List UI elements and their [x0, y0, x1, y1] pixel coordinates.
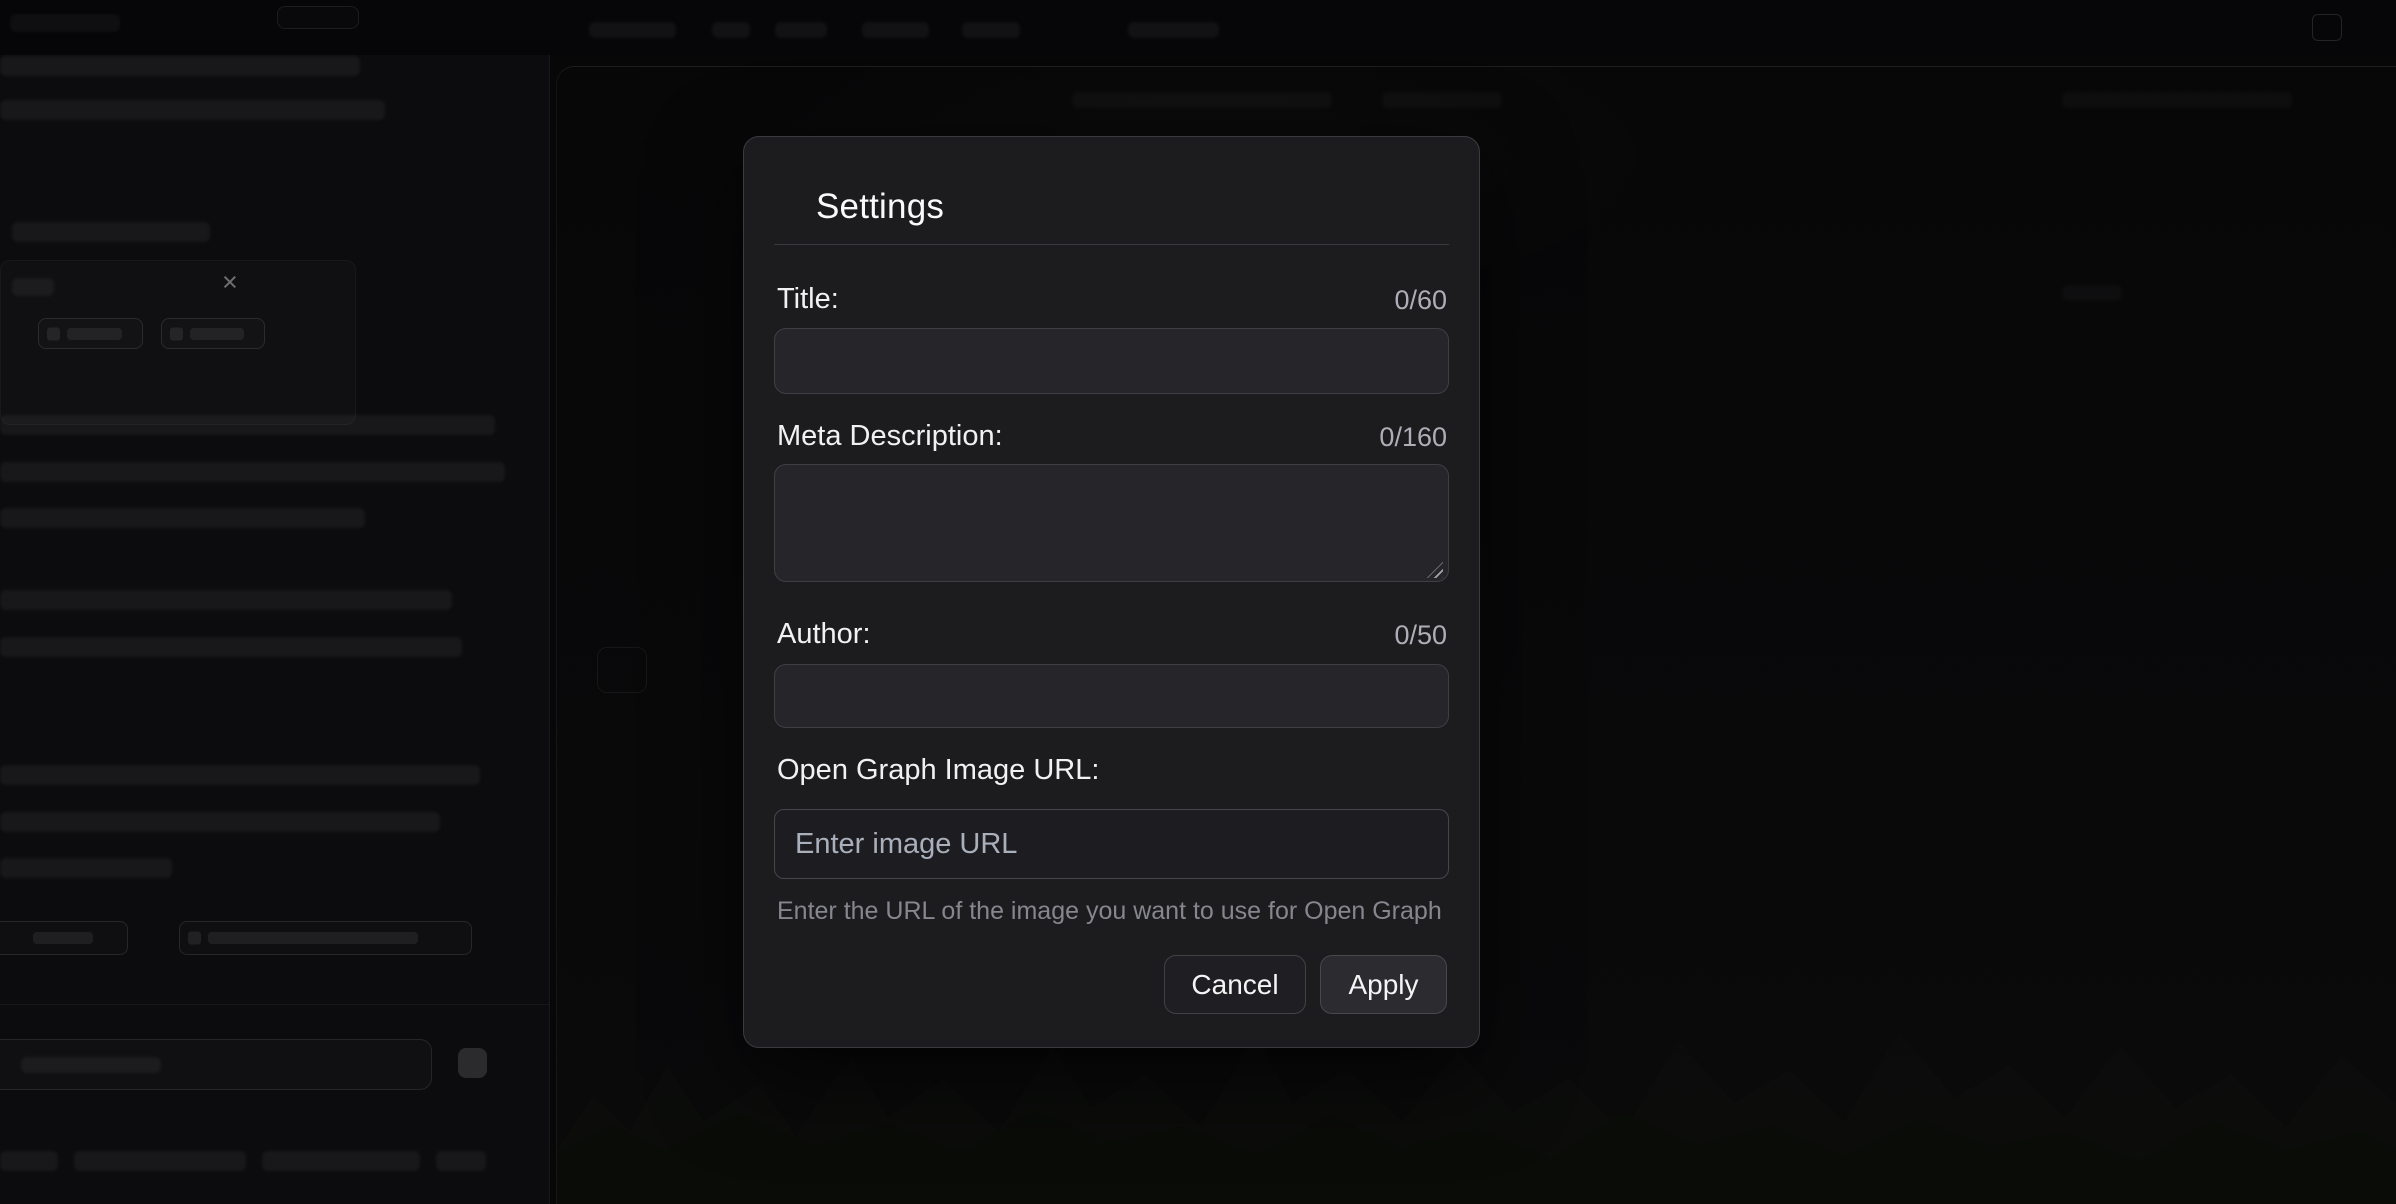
chat-text-line	[0, 637, 462, 657]
og-image-helper-text: Enter the URL of the image you want to u…	[777, 897, 1442, 926]
tab-edge-placeholder	[10, 14, 120, 32]
chat-message-fragment	[74, 1151, 246, 1171]
chat-text-line	[0, 812, 440, 832]
author-char-counter: 0/50	[1394, 620, 1447, 651]
version-card-subtext	[12, 278, 54, 296]
manage-knowledge-label-placeholder	[208, 932, 418, 944]
dialog-title: Settings	[816, 187, 944, 227]
top-bar	[0, 0, 2396, 55]
meta-description-char-counter: 0/160	[1379, 422, 1447, 453]
chat-sidebar: ×	[0, 55, 550, 1204]
supabase-label-placeholder	[33, 932, 93, 944]
preview-ghost-text	[1072, 92, 1332, 108]
restore-icon	[47, 327, 60, 340]
preview-ghost-text	[2062, 285, 2122, 301]
breadcrumb-segment	[862, 22, 929, 38]
sidebar-mode-pill	[277, 6, 359, 29]
og-image-url-input[interactable]	[774, 809, 1449, 879]
preview-button-placeholder	[161, 318, 265, 349]
chat-text-line	[0, 415, 495, 435]
cancel-button[interactable]: Cancel	[1164, 955, 1306, 1014]
chat-input-placeholder	[0, 1039, 432, 1090]
dialog-divider	[774, 244, 1449, 245]
close-icon: ×	[222, 269, 238, 296]
supabase-button-placeholder	[0, 921, 128, 955]
preview-ghost-text	[2062, 92, 2292, 108]
chat-text-line	[0, 508, 365, 528]
breadcrumb-segment	[589, 22, 676, 38]
apply-button[interactable]: Apply	[1320, 955, 1447, 1014]
chat-text-line	[0, 858, 172, 878]
preview-label-placeholder	[190, 328, 244, 340]
title-input[interactable]	[774, 328, 1449, 394]
breadcrumb-segment	[712, 22, 750, 38]
chat-text-line	[0, 100, 385, 120]
preview-ghost-text	[1382, 92, 1502, 108]
meta-description-textarea[interactable]	[774, 464, 1449, 582]
chat-text-line	[0, 56, 360, 76]
breadcrumb-segment	[1128, 22, 1219, 38]
og-image-url-field-label: Open Graph Image URL:	[777, 754, 1099, 787]
chat-text-line	[0, 590, 452, 610]
topbar-settings-icon	[2312, 14, 2342, 41]
chat-message-fragment	[262, 1151, 420, 1171]
manage-knowledge-button-placeholder	[179, 921, 472, 955]
version-card-title	[12, 222, 210, 242]
restore-label-placeholder	[67, 328, 122, 340]
restore-button-placeholder	[38, 318, 143, 349]
chat-input-hint	[21, 1057, 161, 1073]
author-field-label: Author:	[777, 618, 871, 651]
send-button-placeholder	[458, 1048, 487, 1078]
title-char-counter: 0/60	[1394, 285, 1447, 316]
chat-message-fragment	[0, 1151, 58, 1171]
breadcrumb-segment	[962, 22, 1020, 38]
author-input[interactable]	[774, 664, 1449, 728]
preview-ghost-box	[597, 647, 647, 693]
chat-message-fragment	[436, 1151, 486, 1171]
knowledge-icon	[188, 932, 201, 945]
meta-description-field-label: Meta Description:	[777, 420, 1003, 453]
breadcrumb-segment	[775, 22, 827, 38]
chat-text-line	[0, 462, 505, 482]
sidebar-divider	[0, 1004, 550, 1005]
preview-icon	[170, 327, 183, 340]
title-field-label: Title:	[777, 283, 839, 316]
settings-dialog: Settings Title: 0/60 Meta Description: 0…	[743, 136, 1480, 1048]
chat-text-line	[0, 765, 480, 785]
